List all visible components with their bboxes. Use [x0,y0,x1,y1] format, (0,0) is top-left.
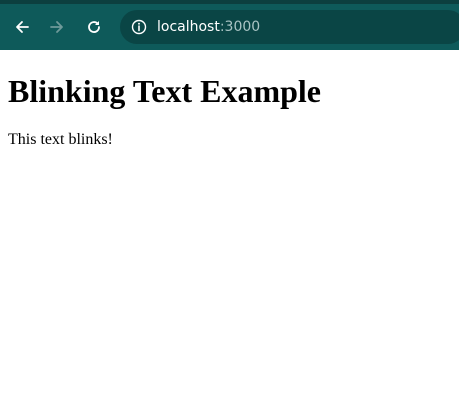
blinking-text: This text blinks! [8,131,113,148]
arrow-left-icon [14,19,30,35]
forward-button[interactable] [40,8,74,46]
page-content: Blinking Text Example This text blinks! [0,50,459,412]
reload-icon [86,19,102,35]
page-heading: Blinking Text Example [8,73,321,109]
address-bar[interactable]: localhost:3000 [120,10,459,44]
arrow-right-icon [49,19,65,35]
browser-toolbar: localhost:3000 [0,0,459,50]
url-text[interactable]: localhost:3000 [157,18,260,36]
url-host: localhost [157,19,220,35]
info-circle-icon[interactable] [130,18,148,36]
url-port: :3000 [219,19,261,35]
back-button[interactable] [5,8,39,46]
reload-button[interactable] [77,8,111,46]
